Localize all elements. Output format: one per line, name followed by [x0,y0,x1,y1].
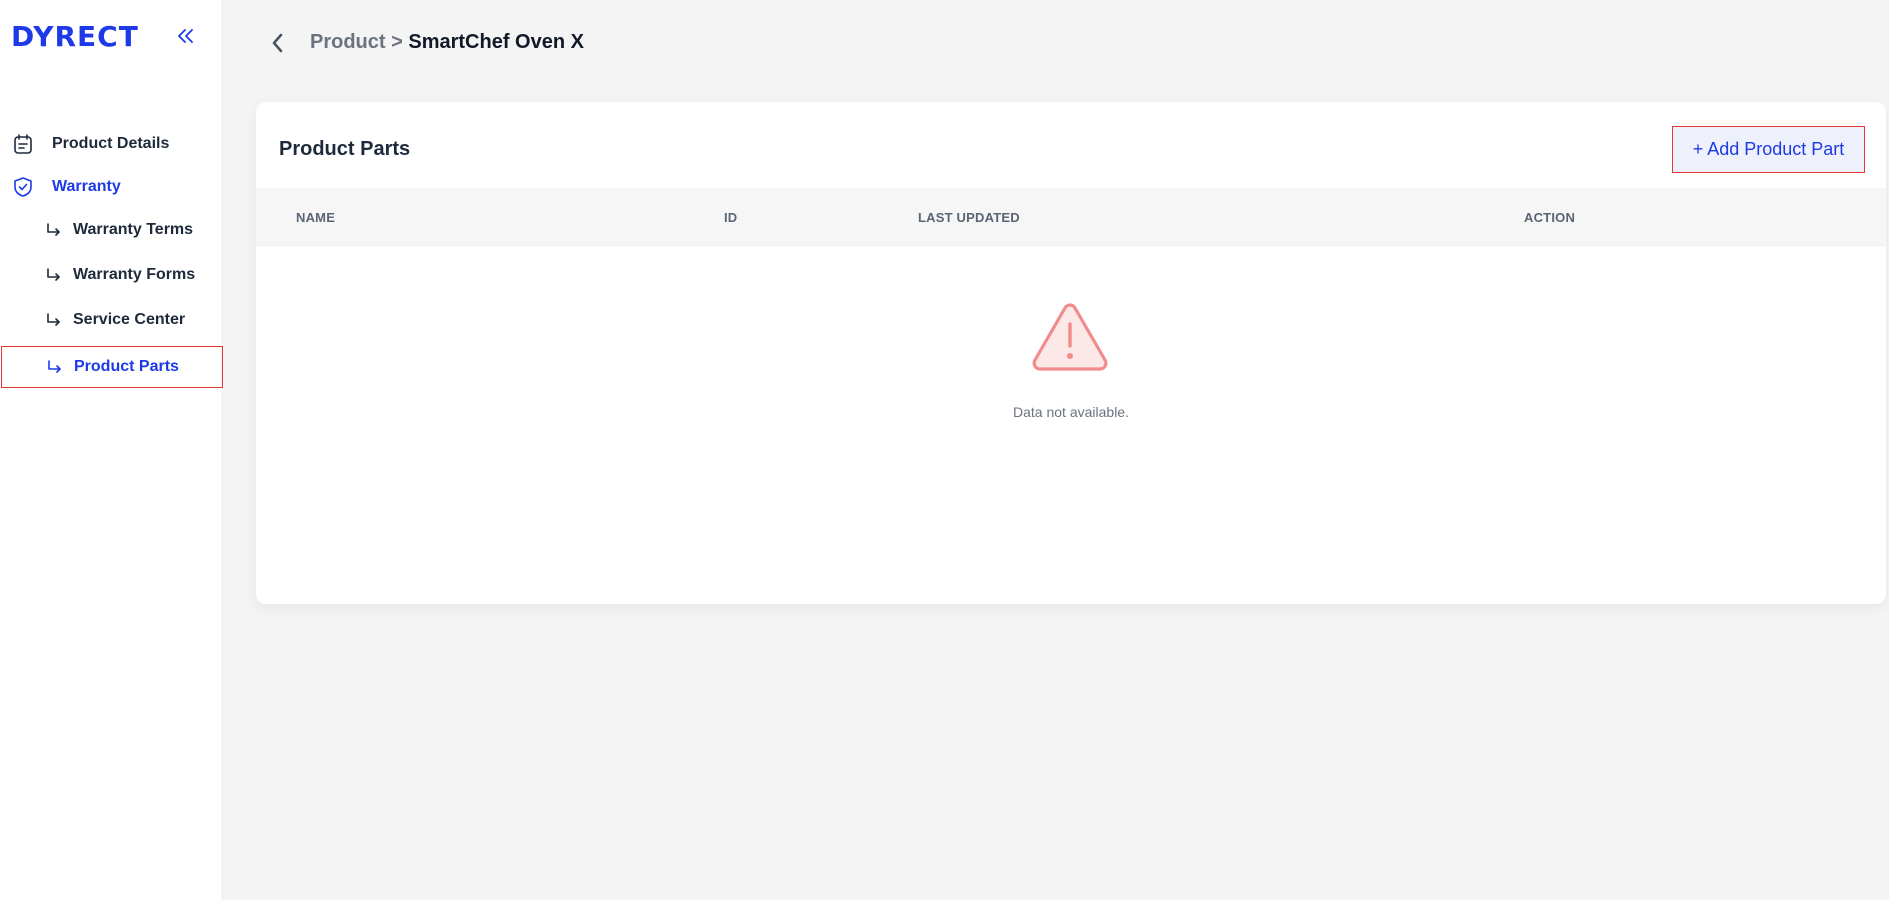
sidebar-item-label: Product Parts [74,358,179,375]
sub-arrow-icon [43,309,65,331]
breadcrumb-current: SmartChef Oven X [408,31,584,53]
sidebar-item-label: Service Center [73,311,186,328]
column-header-action[interactable]: ACTION [1524,210,1575,225]
breadcrumb-separator: > [385,31,409,53]
sidebar-item-product-details[interactable]: Product Details [0,124,221,164]
column-header-name[interactable]: NAME [296,210,335,225]
sidebar-item-warranty-terms[interactable]: Warranty Terms [0,210,221,250]
card-title: Product Parts [279,138,411,160]
empty-state-message: Data not available. [1013,404,1129,420]
sidebar-item-label: Warranty [52,178,121,195]
logo-row: DYRECT [11,20,201,54]
sidebar-item-label: Product Details [52,135,170,152]
shield-check-icon [12,176,34,198]
breadcrumb: Product > SmartChef Oven X [310,31,584,54]
sub-arrow-icon [43,264,65,286]
sub-arrow-icon [44,356,66,378]
sidebar-item-service-center[interactable]: Service Center [0,300,221,340]
sidebar-item-warranty-forms[interactable]: Warranty Forms [0,255,221,295]
brand-logo[interactable]: DYRECT [11,20,139,53]
warning-triangle-icon [1031,302,1109,374]
calendar-icon [12,133,34,155]
column-header-id[interactable]: ID [724,210,737,225]
chevron-left-icon[interactable] [266,30,290,56]
double-chevron-left-icon[interactable] [174,24,198,48]
sidebar-item-label: Warranty Forms [73,266,196,283]
sub-arrow-icon [43,219,65,241]
table-header: NAME ID LAST UPDATED ACTION [256,188,1886,246]
add-product-part-button[interactable]: + Add Product Part [1672,126,1865,173]
sidebar-item-warranty[interactable]: Warranty [0,167,221,207]
sidebar-item-product-parts[interactable]: Product Parts [1,346,223,388]
breadcrumb-parent-link[interactable]: Product [310,31,386,53]
sidebar-item-label: Warranty Terms [73,221,194,238]
column-header-last-updated[interactable]: LAST UPDATED [918,210,1020,225]
product-parts-card: Product Parts + Add Product Part NAME ID… [256,102,1886,604]
sidebar: DYRECT Product Details Warranty Warranty… [0,0,223,900]
